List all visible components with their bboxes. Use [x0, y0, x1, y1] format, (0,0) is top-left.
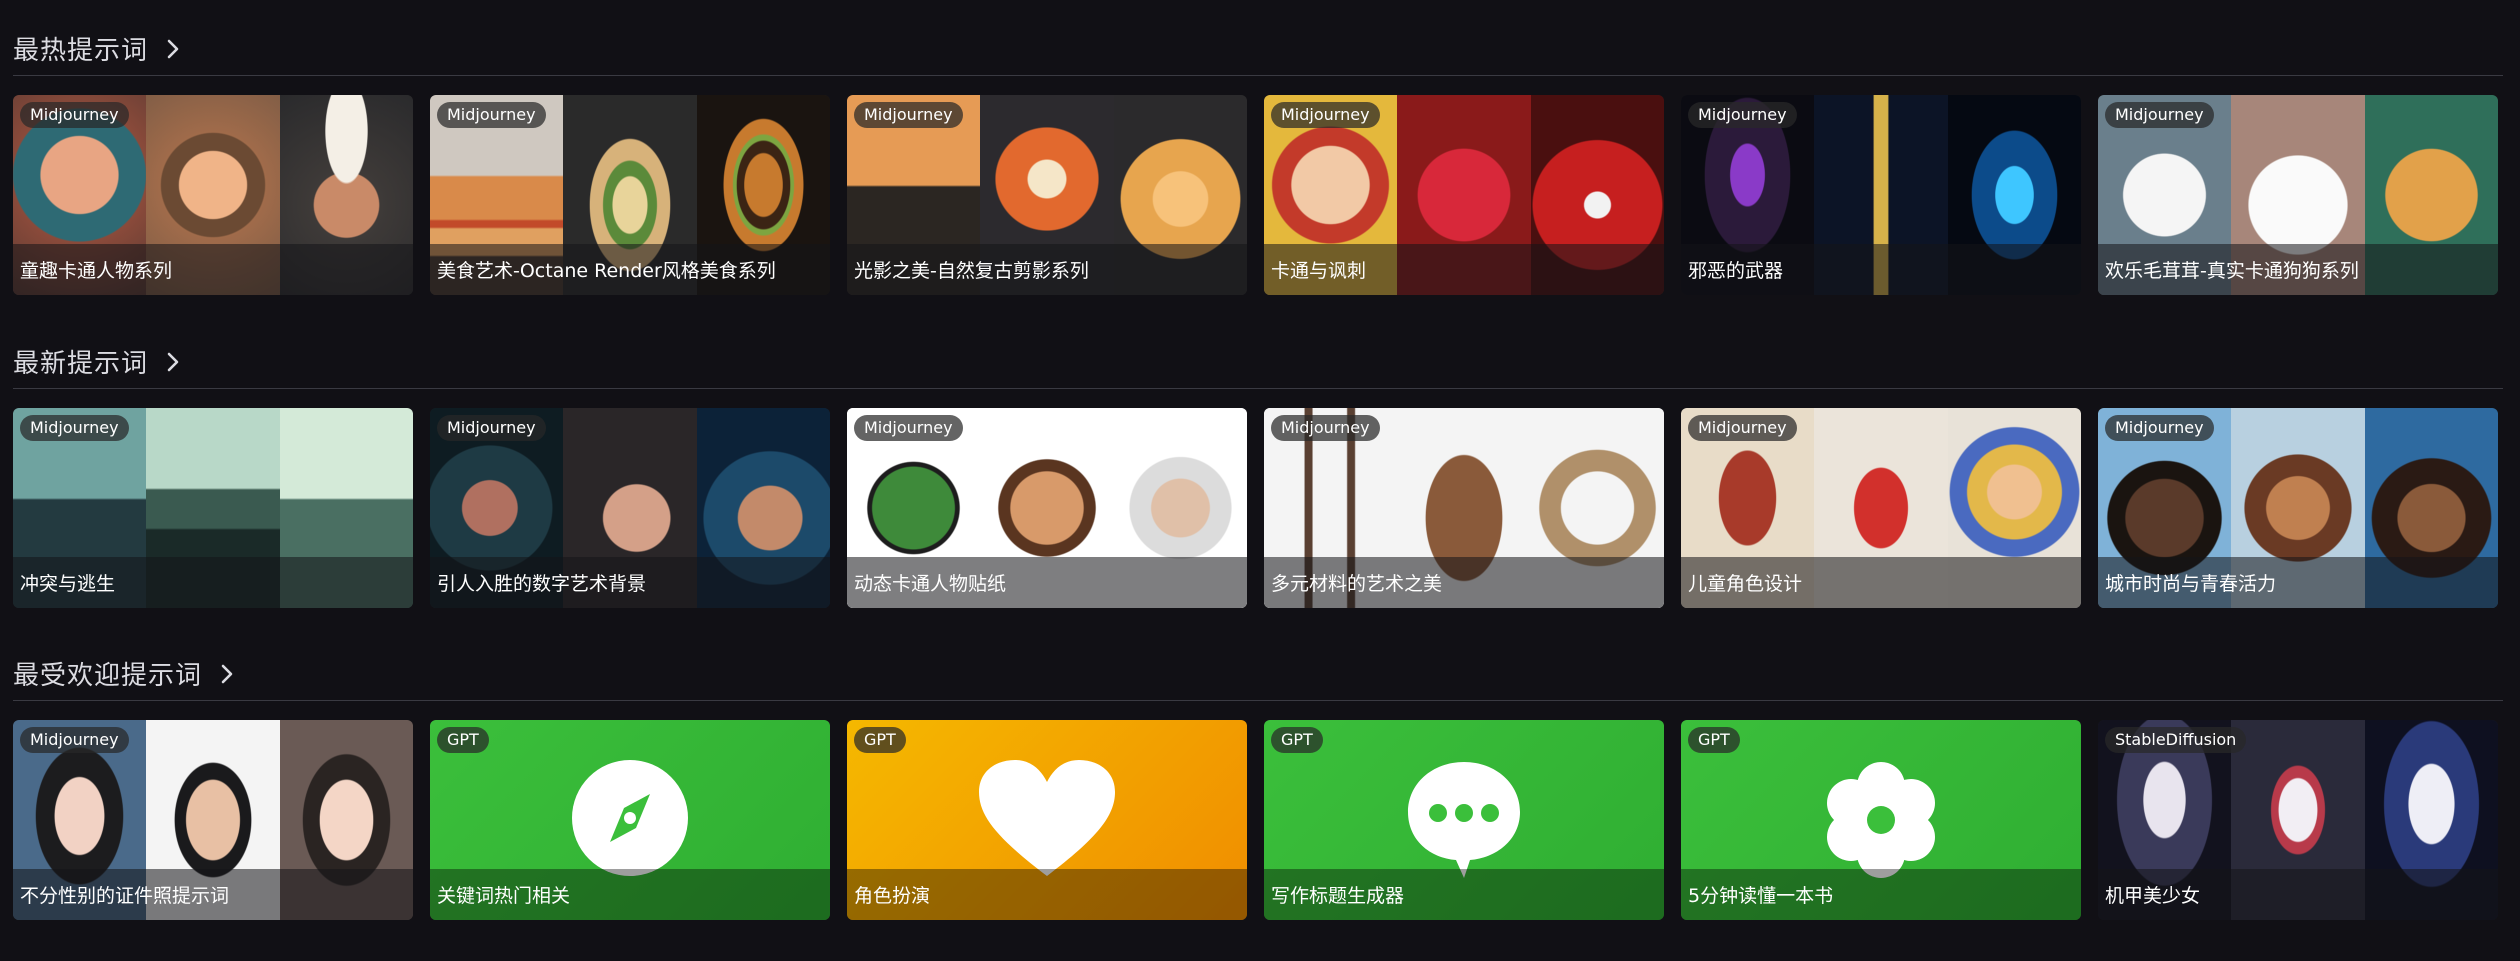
section-hot-prompts: 最热提示词 Midjourney 童趣卡通人物系列 Midjourney 美食艺…: [13, 22, 2503, 295]
chevron-right-icon[interactable]: [164, 37, 182, 61]
card-caption: 机甲美少女: [2105, 885, 2201, 907]
platform-badge: Midjourney: [854, 102, 963, 128]
prompt-card[interactable]: GPT 5分钟读懂一本书: [1681, 720, 2081, 920]
prompt-card[interactable]: GPT 角色扮演: [847, 720, 1247, 920]
heart-icon: [977, 758, 1117, 882]
platform-badge: Midjourney: [1688, 102, 1797, 128]
card-caption: 不分性别的证件照提示词: [20, 885, 230, 907]
card-caption: 写作标题生成器: [1271, 885, 1405, 907]
prompt-card[interactable]: Midjourney 不分性别的证件照提示词: [13, 720, 413, 920]
section-header-popular[interactable]: 最受欢迎提示词: [13, 647, 2503, 701]
platform-badge: GPT: [437, 727, 489, 753]
card-caption: 关键词热门相关: [437, 885, 571, 907]
card-caption: 邪恶的武器: [1688, 260, 1784, 282]
card-caption: 引人入胜的数字艺术背景: [437, 573, 647, 595]
platform-badge: GPT: [1271, 727, 1323, 753]
prompt-card[interactable]: StableDiffusion 机甲美少女: [2098, 720, 2498, 920]
prompt-card[interactable]: Midjourney 动态卡通人物贴纸: [847, 408, 1247, 608]
platform-badge: Midjourney: [2105, 102, 2214, 128]
card-row: Midjourney 童趣卡通人物系列 Midjourney 美食艺术-Octa…: [13, 95, 2503, 295]
card-row: Midjourney 冲突与逃生 Midjourney 引人入胜的数字艺术背景: [13, 408, 2503, 608]
prompt-card[interactable]: Midjourney 童趣卡通人物系列: [13, 95, 413, 295]
platform-badge: Midjourney: [20, 727, 129, 753]
compass-icon: [570, 758, 690, 882]
platform-badge: Midjourney: [1271, 102, 1380, 128]
platform-badge: StableDiffusion: [2105, 727, 2247, 753]
prompt-card[interactable]: Midjourney 城市时尚与青春活力: [2098, 408, 2498, 608]
platform-badge: Midjourney: [2105, 415, 2214, 441]
prompt-card[interactable]: Midjourney 多元材料的艺术之美: [1264, 408, 1664, 608]
prompt-card[interactable]: Midjourney 卡通与讽刺: [1264, 95, 1664, 295]
section-title[interactable]: 最受欢迎提示词: [13, 655, 202, 692]
chevron-right-icon[interactable]: [164, 350, 182, 374]
section-header-hot[interactable]: 最热提示词: [13, 22, 2503, 76]
platform-badge: Midjourney: [854, 415, 963, 441]
card-caption: 城市时尚与青春活力: [2105, 573, 2277, 595]
prompt-card[interactable]: Midjourney 光影之美-自然复古剪影系列: [847, 95, 1247, 295]
prompt-card[interactable]: GPT 关键词热门相关: [430, 720, 830, 920]
platform-badge: Midjourney: [437, 415, 546, 441]
platform-badge: Midjourney: [20, 415, 129, 441]
card-caption: 欢乐毛茸茸-真实卡通狗狗系列: [2105, 260, 2359, 282]
platform-badge: GPT: [1688, 727, 1740, 753]
card-caption: 光影之美-自然复古剪影系列: [854, 260, 1089, 282]
prompt-gallery-page: 最热提示词 Midjourney 童趣卡通人物系列 Midjourney 美食艺…: [0, 0, 2520, 961]
card-caption: 美食艺术-Octane Render风格美食系列: [437, 260, 776, 282]
prompt-card[interactable]: GPT 写作标题生成器: [1264, 720, 1664, 920]
section-header-new[interactable]: 最新提示词: [13, 335, 2503, 389]
section-new-prompts: 最新提示词 Midjourney 冲突与逃生 Midjourney 引人入胜的数…: [13, 335, 2503, 608]
prompt-card[interactable]: Midjourney 儿童角色设计: [1681, 408, 2081, 608]
prompt-card[interactable]: Midjourney 美食艺术-Octane Render风格美食系列: [430, 95, 830, 295]
card-caption: 卡通与讽刺: [1271, 260, 1367, 282]
section-title[interactable]: 最新提示词: [13, 343, 148, 380]
platform-badge: Midjourney: [1271, 415, 1380, 441]
card-caption: 冲突与逃生: [20, 573, 116, 595]
platform-badge: Midjourney: [437, 102, 546, 128]
chat-bubble-icon: [1404, 758, 1524, 886]
prompt-card[interactable]: Midjourney 邪恶的武器: [1681, 95, 2081, 295]
card-caption: 角色扮演: [854, 885, 931, 907]
flower-gear-icon: [1819, 758, 1943, 886]
section-popular-prompts: 最受欢迎提示词 Midjourney 不分性别的证件照提示词 GPT 关键词热门…: [13, 647, 2503, 920]
section-title[interactable]: 最热提示词: [13, 30, 148, 67]
prompt-card[interactable]: Midjourney 冲突与逃生: [13, 408, 413, 608]
card-caption: 动态卡通人物贴纸: [854, 573, 1007, 595]
platform-badge: Midjourney: [20, 102, 129, 128]
prompt-card[interactable]: Midjourney 欢乐毛茸茸-真实卡通狗狗系列: [2098, 95, 2498, 295]
card-row: Midjourney 不分性别的证件照提示词 GPT 关键词热门相关 GPT 角…: [13, 720, 2503, 920]
card-caption: 多元材料的艺术之美: [1271, 573, 1443, 595]
card-caption: 童趣卡通人物系列: [20, 260, 173, 282]
platform-badge: Midjourney: [1688, 415, 1797, 441]
prompt-card[interactable]: Midjourney 引人入胜的数字艺术背景: [430, 408, 830, 608]
chevron-right-icon[interactable]: [218, 662, 236, 686]
card-caption: 儿童角色设计: [1688, 573, 1803, 595]
platform-badge: GPT: [854, 727, 906, 753]
card-caption: 5分钟读懂一本书: [1688, 885, 1834, 907]
